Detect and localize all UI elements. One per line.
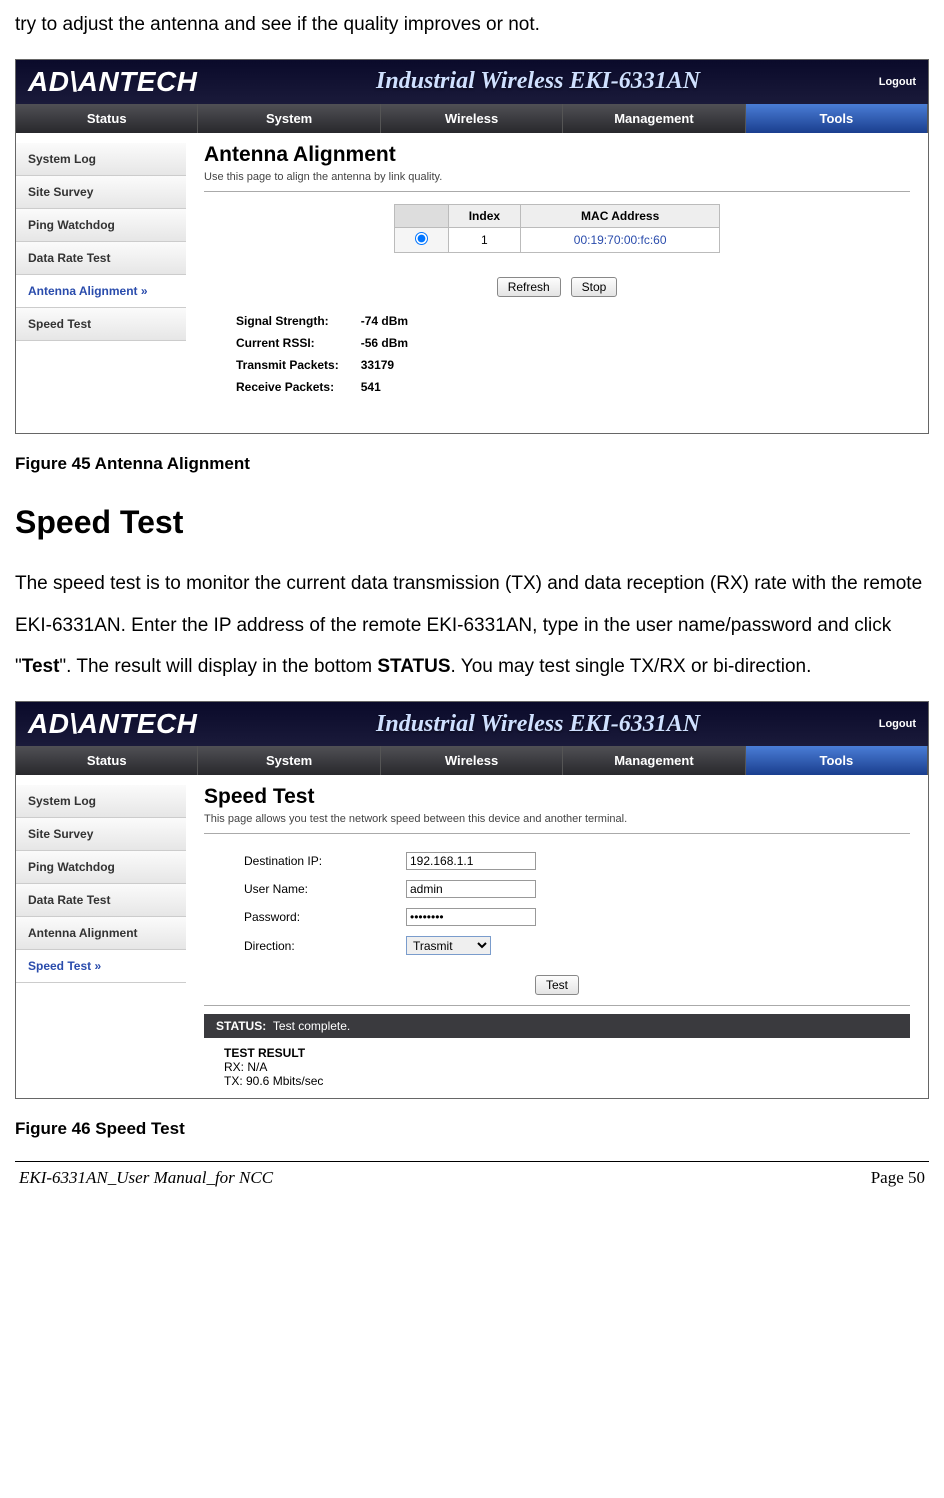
button-row: Test [204, 961, 910, 1006]
main-nav: Status System Wireless Management Tools [16, 104, 928, 133]
stat-value: 33179 [351, 355, 418, 375]
label-direction: Direction: [236, 932, 396, 959]
sidebar-item-antenna-alignment[interactable]: Antenna Alignment [16, 275, 186, 308]
nav-status[interactable]: Status [16, 104, 198, 133]
username-input[interactable] [406, 880, 536, 898]
sidebar-item-antenna-alignment[interactable]: Antenna Alignment [16, 917, 186, 950]
stat-value: -56 dBm [351, 333, 418, 353]
nav-wireless[interactable]: Wireless [381, 746, 563, 775]
nav-management[interactable]: Management [563, 746, 745, 775]
brand-logo: AD\ANTECH [28, 708, 197, 740]
stat-label: Signal Strength: [226, 311, 349, 331]
nav-tools[interactable]: Tools [746, 746, 928, 775]
sidebar-item-speed-test[interactable]: Speed Test [16, 950, 186, 983]
intro-paragraph: try to adjust the antenna and see if the… [0, 0, 944, 54]
status-bar: STATUS: Test complete. [204, 1014, 910, 1038]
label-password: Password: [236, 904, 396, 930]
refresh-button[interactable]: Refresh [497, 277, 561, 297]
sidebar-item-data-rate[interactable]: Data Rate Test [16, 242, 186, 275]
sidebar-item-speed-test[interactable]: Speed Test [16, 308, 186, 341]
top-bar: AD\ANTECH Industrial Wireless EKI-6331AN… [16, 702, 928, 746]
main-panel: Speed Test This page allows you test the… [186, 775, 928, 1098]
stats-table: Signal Strength:-74 dBm Current RSSI:-56… [224, 309, 420, 399]
mac-table: Index MAC Address 1 00:19:70:00:fc:60 [394, 204, 721, 253]
logout-link[interactable]: Logout [879, 718, 916, 730]
top-bar: AD\ANTECH Industrial Wireless EKI-6331AN… [16, 60, 928, 104]
nav-status[interactable]: Status [16, 746, 198, 775]
stat-label: Current RSSI: [226, 333, 349, 353]
speed-test-form: Destination IP: User Name: Password: Dir… [234, 846, 546, 961]
panel-subtitle: This page allows you test the network sp… [204, 809, 910, 834]
speed-test-heading: Speed Test [0, 492, 944, 559]
product-title: Industrial Wireless EKI-6331AN [376, 711, 700, 738]
stat-value: 541 [351, 377, 418, 397]
stat-label: Transmit Packets: [226, 355, 349, 375]
sidebar-item-ping-watchdog[interactable]: Ping Watchdog [16, 851, 186, 884]
row-radio[interactable] [415, 232, 428, 245]
table-row: 1 00:19:70:00:fc:60 [394, 227, 720, 252]
sidebar-item-site-survey[interactable]: Site Survey [16, 176, 186, 209]
figure46-caption: Figure 46 Speed Test [0, 1109, 944, 1157]
result-title: TEST RESULT [224, 1046, 890, 1060]
test-button[interactable]: Test [535, 975, 579, 995]
result-box: TEST RESULT RX: N/A TX: 90.6 Mbits/sec [204, 1038, 910, 1098]
sidebar-item-system-log[interactable]: System Log [16, 143, 186, 176]
label-dest-ip: Destination IP: [236, 848, 396, 874]
nav-management[interactable]: Management [563, 104, 745, 133]
page-footer: EKI-6331AN_User Manual_for NCC Page 50 [15, 1161, 929, 1188]
th-radio [394, 204, 448, 227]
stat-label: Receive Packets: [226, 377, 349, 397]
product-title: Industrial Wireless EKI-6331AN [376, 68, 700, 95]
sidebar: System Log Site Survey Ping Watchdog Dat… [16, 775, 186, 1098]
sidebar-item-ping-watchdog[interactable]: Ping Watchdog [16, 209, 186, 242]
sidebar-item-site-survey[interactable]: Site Survey [16, 818, 186, 851]
dest-ip-input[interactable] [406, 852, 536, 870]
figure45-caption: Figure 45 Antenna Alignment [0, 444, 944, 492]
button-row: Refresh Stop [204, 257, 910, 305]
main-nav: Status System Wireless Management Tools [16, 746, 928, 775]
footer-left: EKI-6331AN_User Manual_for NCC [19, 1168, 273, 1188]
password-input[interactable] [406, 908, 536, 926]
sidebar-item-data-rate[interactable]: Data Rate Test [16, 884, 186, 917]
panel-title: Antenna Alignment [204, 143, 910, 167]
brand-logo: AD\ANTECH [28, 66, 197, 98]
th-mac: MAC Address [521, 204, 720, 227]
footer-right: Page 50 [871, 1168, 925, 1188]
result-rx: RX: N/A [224, 1060, 890, 1074]
figure46-screenshot: AD\ANTECH Industrial Wireless EKI-6331AN… [15, 701, 929, 1099]
main-panel: Antenna Alignment Use this page to align… [186, 133, 928, 433]
stat-value: -74 dBm [351, 311, 418, 331]
nav-system[interactable]: System [198, 746, 380, 775]
sidebar-item-system-log[interactable]: System Log [16, 785, 186, 818]
label-username: User Name: [236, 876, 396, 902]
figure45-screenshot: AD\ANTECH Industrial Wireless EKI-6331AN… [15, 59, 929, 434]
nav-wireless[interactable]: Wireless [381, 104, 563, 133]
sidebar: System Log Site Survey Ping Watchdog Dat… [16, 133, 186, 433]
nav-system[interactable]: System [198, 104, 380, 133]
panel-title: Speed Test [204, 785, 910, 809]
result-tx: TX: 90.6 Mbits/sec [224, 1074, 890, 1088]
row-index: 1 [448, 227, 520, 252]
th-index: Index [448, 204, 520, 227]
panel-subtitle: Use this page to align the antenna by li… [204, 167, 910, 192]
stop-button[interactable]: Stop [571, 277, 618, 297]
nav-tools[interactable]: Tools [746, 104, 928, 133]
row-mac: 00:19:70:00:fc:60 [521, 227, 720, 252]
direction-select[interactable]: Trasmit [406, 936, 491, 955]
speed-test-paragraph: The speed test is to monitor the current… [0, 559, 944, 696]
logout-link[interactable]: Logout [879, 76, 916, 88]
